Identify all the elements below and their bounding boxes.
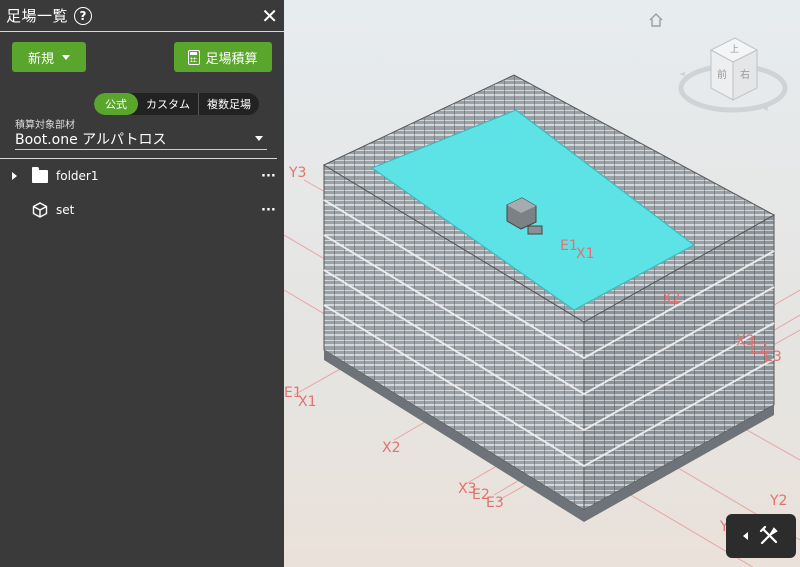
tree-item-label: folder1 <box>56 169 99 183</box>
axis-label-y3: Y3 <box>288 165 306 181</box>
axis-label-x2: X2 <box>662 291 681 307</box>
target-member-select[interactable]: Boot.one アルパトロス <box>15 128 267 150</box>
home-icon[interactable] <box>648 12 664 28</box>
chevron-down-icon <box>62 54 70 60</box>
estimate-button[interactable]: 足場積算 <box>174 42 272 72</box>
axis-label-x1-b: X1 <box>298 394 317 410</box>
more-options-icon[interactable]: ··· <box>261 170 276 183</box>
folder-icon <box>32 166 48 183</box>
tree-item-set[interactable]: set ··· <box>0 197 284 223</box>
close-icon[interactable]: ✕ <box>261 6 278 26</box>
panel-title: 足場一覧 <box>6 7 69 25</box>
viewcube-right-label: 右 <box>740 68 750 81</box>
calculator-icon <box>188 49 201 65</box>
tab-custom[interactable]: カスタム <box>138 93 198 115</box>
formula-tab-group: 公式 カスタム 複数足場 <box>94 93 259 115</box>
axis-label-x2-b: X2 <box>382 440 401 456</box>
tree-item-folder1[interactable]: folder1 ··· <box>0 163 284 189</box>
view-cube[interactable]: 上 前 右 <box>677 30 789 120</box>
chevron-down-icon <box>255 136 263 141</box>
help-icon[interactable]: ? <box>74 6 93 25</box>
more-options-icon[interactable]: ··· <box>261 204 276 217</box>
chevron-left-icon <box>742 532 748 540</box>
estimate-button-label: 足場積算 <box>205 51 258 67</box>
tools-icon <box>759 525 778 545</box>
tab-multiple[interactable]: 複数足場 <box>198 93 259 115</box>
tree-item-label: set <box>56 203 75 217</box>
divider <box>0 158 277 159</box>
viewcube-front-label: 前 <box>717 68 727 81</box>
axis-label-e3: E3 <box>764 349 782 365</box>
target-member-value: Boot.one アルパトロス <box>15 131 167 148</box>
3d-viewport[interactable]: Y3 E1 X1 X2 X3 E2 E3 E1 X1 X2 X3 E2 E3 Y… <box>284 0 800 567</box>
viewcube-top-label: 上 <box>730 44 739 55</box>
axis-label-x1: X1 <box>576 246 595 262</box>
expand-arrow-icon[interactable] <box>12 172 17 180</box>
scaffold-list-panel: 足場一覧 ? ✕ 新規 足場積算 公式 カスタム 複数足場 積算対象部材 Boo… <box>0 0 284 567</box>
tools-button[interactable] <box>726 514 796 558</box>
axis-label-e3-b: E3 <box>486 495 504 511</box>
panel-header: 足場一覧 ? ✕ <box>0 0 284 32</box>
action-buttons: 新規 足場積算 <box>0 42 284 72</box>
new-button[interactable]: 新規 <box>12 42 86 72</box>
axis-label-y2: Y2 <box>769 493 787 509</box>
new-button-label: 新規 <box>27 51 54 67</box>
tab-official[interactable]: 公式 <box>94 93 138 115</box>
cube-icon <box>32 202 48 218</box>
